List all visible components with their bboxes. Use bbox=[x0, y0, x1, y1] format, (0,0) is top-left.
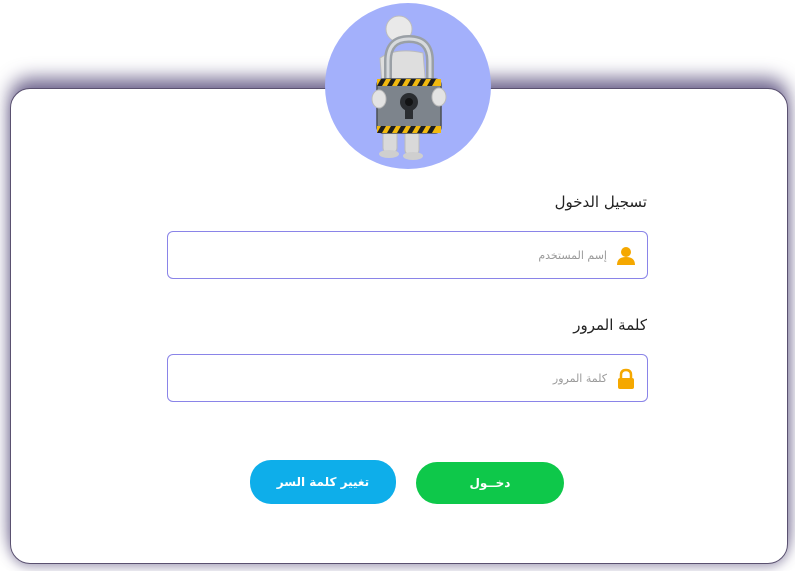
login-page: تسجيل الدخول كلمة المرور دخــول تغيير كل… bbox=[0, 0, 795, 571]
change-password-button[interactable]: تغيير كلمة السر bbox=[250, 460, 396, 504]
password-label: كلمة المرور bbox=[573, 316, 647, 334]
login-button[interactable]: دخــول bbox=[416, 462, 564, 504]
user-icon bbox=[617, 247, 635, 265]
username-input[interactable] bbox=[187, 232, 607, 278]
password-input[interactable] bbox=[187, 355, 607, 401]
username-field[interactable] bbox=[167, 231, 648, 279]
password-field[interactable] bbox=[167, 354, 648, 402]
login-heading: تسجيل الدخول bbox=[554, 193, 647, 211]
padlock-figure-icon bbox=[325, 3, 491, 169]
lock-icon bbox=[618, 368, 634, 389]
